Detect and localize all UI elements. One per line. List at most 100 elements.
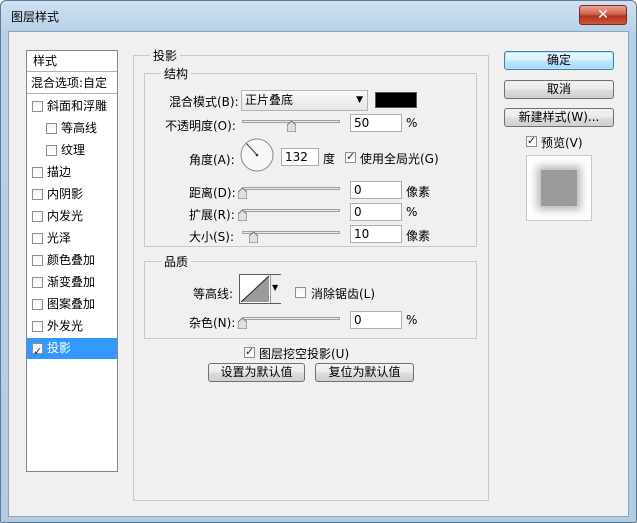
style-item-bevel-emboss[interactable]: 斜面和浮雕 bbox=[27, 96, 117, 117]
style-item-label: 外发光 bbox=[47, 319, 84, 333]
blending-options[interactable]: 混合选项:自定 bbox=[27, 73, 117, 94]
inner-shadow-checkbox[interactable] bbox=[32, 189, 43, 200]
size-input[interactable]: 10 bbox=[350, 225, 402, 243]
outer-glow-checkbox[interactable] bbox=[32, 321, 43, 332]
opacity-input[interactable]: 50 bbox=[350, 114, 402, 132]
angle-value: 132 bbox=[285, 150, 308, 164]
style-item-label: 颜色叠加 bbox=[47, 253, 96, 267]
new-style-label: 新建样式(W)... bbox=[518, 110, 600, 124]
style-item-satin[interactable]: 光泽 bbox=[27, 228, 117, 249]
dialog-body: 样式 混合选项:自定 斜面和浮雕 等高线 纹理 描边 内阴影 内发光 光泽 颜色… bbox=[8, 31, 629, 517]
blend-mode-label: 混合模式(B): bbox=[169, 95, 239, 109]
preview-thumbnail bbox=[526, 155, 592, 221]
gradient-overlay-checkbox[interactable] bbox=[32, 277, 43, 288]
contour-dropdown-toggle[interactable]: ▼ bbox=[270, 275, 281, 303]
antialias-checkbox[interactable] bbox=[295, 287, 306, 298]
contour-checkbox[interactable] bbox=[46, 123, 57, 134]
opacity-value: 50 bbox=[354, 116, 370, 130]
ok-button[interactable]: 确定 bbox=[504, 51, 614, 70]
inner-glow-checkbox[interactable] bbox=[32, 211, 43, 222]
texture-checkbox[interactable] bbox=[46, 145, 57, 156]
style-item-texture[interactable]: 纹理 bbox=[27, 140, 117, 161]
size-slider-thumb[interactable] bbox=[249, 232, 258, 243]
style-item-label: 图案叠加 bbox=[47, 297, 96, 311]
distance-input[interactable]: 0 bbox=[350, 181, 402, 199]
distance-slider-thumb[interactable] bbox=[238, 188, 247, 199]
chevron-down-icon: ▼ bbox=[272, 283, 279, 292]
color-overlay-checkbox[interactable] bbox=[32, 255, 43, 266]
antialias-label: 消除锯齿(L) bbox=[311, 287, 376, 301]
global-light-checkbox[interactable] bbox=[345, 150, 356, 163]
noise-input[interactable]: 0 bbox=[350, 311, 402, 329]
spread-label: 扩展(R): bbox=[189, 208, 235, 222]
style-list: 样式 混合选项:自定 斜面和浮雕 等高线 纹理 描边 内阴影 内发光 光泽 颜色… bbox=[26, 50, 118, 472]
quality-title: 品质 bbox=[161, 253, 192, 270]
bevel-emboss-checkbox[interactable] bbox=[32, 101, 43, 112]
reset-default-label: 复位为默认值 bbox=[328, 365, 401, 379]
style-item-drop-shadow[interactable]: 投影 bbox=[27, 338, 117, 362]
blend-mode-select[interactable]: 正片叠底 ▼ bbox=[241, 90, 368, 111]
stroke-checkbox[interactable] bbox=[32, 167, 43, 178]
style-item-label: 描边 bbox=[47, 165, 72, 179]
title-bar: 图层样式 ✕ bbox=[1, 1, 636, 31]
style-item-label: 纹理 bbox=[61, 143, 86, 157]
noise-slider[interactable] bbox=[242, 317, 340, 320]
chevron-down-icon: ▼ bbox=[356, 95, 363, 105]
structure-title: 结构 bbox=[161, 65, 192, 82]
noise-value: 0 bbox=[354, 313, 362, 327]
shadow-color-swatch[interactable] bbox=[375, 92, 417, 108]
styles-header[interactable]: 样式 bbox=[27, 51, 117, 72]
noise-unit: % bbox=[406, 313, 418, 327]
make-default-button[interactable]: 设置为默认值 bbox=[208, 363, 305, 382]
pattern-overlay-checkbox[interactable] bbox=[32, 299, 43, 310]
style-item-outer-glow[interactable]: 外发光 bbox=[27, 316, 117, 337]
global-light-label: 使用全局光(G) bbox=[360, 152, 439, 166]
spread-value: 0 bbox=[354, 205, 362, 219]
quality-group: 品质 等高线: ▼ 消除锯齿(L) 杂色(N): 0 % bbox=[144, 253, 477, 339]
blending-options-label: 混合选项:自定 bbox=[31, 76, 108, 90]
new-style-button[interactable]: 新建样式(W)... bbox=[504, 108, 614, 127]
angle-dial[interactable] bbox=[240, 138, 274, 172]
distance-value: 0 bbox=[354, 183, 362, 197]
size-unit: 像素 bbox=[406, 229, 431, 243]
distance-slider[interactable] bbox=[242, 187, 340, 190]
style-item-inner-shadow[interactable]: 内阴影 bbox=[27, 184, 117, 205]
style-item-color-overlay[interactable]: 颜色叠加 bbox=[27, 250, 117, 271]
distance-label: 距离(D): bbox=[189, 186, 236, 200]
angle-label: 角度(A): bbox=[189, 153, 235, 167]
angle-input[interactable]: 132 bbox=[281, 148, 319, 166]
opacity-slider-thumb[interactable] bbox=[287, 121, 296, 132]
ok-label: 确定 bbox=[546, 53, 571, 67]
knockout-label: 图层挖空投影(U) bbox=[259, 347, 350, 361]
style-item-contour[interactable]: 等高线 bbox=[27, 118, 117, 139]
style-item-inner-glow[interactable]: 内发光 bbox=[27, 206, 117, 227]
styles-header-label: 样式 bbox=[33, 54, 58, 68]
structure-group: 结构 混合模式(B): 正片叠底 ▼ 不透明度(O): 50 % 角度(A): bbox=[144, 65, 477, 247]
spread-input[interactable]: 0 bbox=[350, 203, 402, 221]
distance-unit: 像素 bbox=[406, 185, 431, 199]
noise-label: 杂色(N): bbox=[189, 316, 236, 330]
cancel-button[interactable]: 取消 bbox=[504, 80, 614, 99]
drop-shadow-panel: 投影 结构 混合模式(B): 正片叠底 ▼ 不透明度(O): 50 % 角度(A… bbox=[133, 47, 489, 501]
cancel-label: 取消 bbox=[546, 82, 571, 96]
angle-unit: 度 bbox=[323, 152, 336, 166]
contour-picker[interactable]: ▼ bbox=[239, 274, 281, 304]
knockout-checkbox[interactable] bbox=[244, 345, 255, 358]
panel-title: 投影 bbox=[150, 47, 181, 64]
spread-slider[interactable] bbox=[242, 209, 340, 212]
style-item-stroke[interactable]: 描边 bbox=[27, 162, 117, 183]
noise-slider-thumb[interactable] bbox=[238, 318, 247, 329]
style-item-gradient-overlay[interactable]: 渐变叠加 bbox=[27, 272, 117, 293]
drop-shadow-checkbox[interactable] bbox=[32, 341, 43, 362]
opacity-unit: % bbox=[406, 116, 418, 130]
style-item-label: 光泽 bbox=[47, 231, 72, 245]
style-item-pattern-overlay[interactable]: 图案叠加 bbox=[27, 294, 117, 315]
contour-curve-icon bbox=[240, 275, 270, 303]
spread-slider-thumb[interactable] bbox=[238, 210, 247, 221]
satin-checkbox[interactable] bbox=[32, 233, 43, 244]
preview-checkbox[interactable] bbox=[526, 134, 537, 147]
close-button[interactable]: ✕ bbox=[579, 5, 627, 25]
blend-mode-value: 正片叠底 bbox=[245, 93, 294, 107]
reset-default-button[interactable]: 复位为默认值 bbox=[315, 363, 414, 382]
style-item-label: 内发光 bbox=[47, 209, 84, 223]
